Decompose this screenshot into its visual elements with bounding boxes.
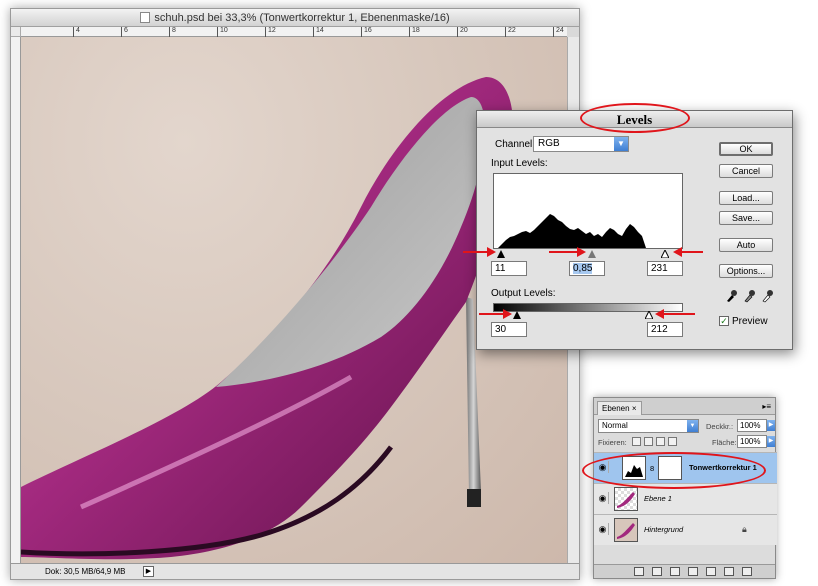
opacity-label: Deckkr.: [706,422,734,431]
link-layers-icon[interactable] [634,567,644,576]
ruler-mark: 6 [121,27,128,37]
ruler-mark: 16 [361,27,372,37]
lock-transparency-icon[interactable] [632,437,641,446]
status-menu-arrow-icon[interactable]: ▶ [143,566,154,577]
document-file-icon [140,12,151,23]
ruler-mark: 10 [217,27,228,37]
trash-icon[interactable] [742,567,752,576]
document-title: schuh.psd bei 33,3% (Tonwertkorrektur 1,… [154,12,450,24]
layer-row[interactable]: ◉ Hintergrund 🔒︎ [594,514,777,545]
lock-position-icon[interactable] [656,437,665,446]
ruler-mark: 20 [457,27,468,37]
save-button[interactable]: Save... [719,211,773,225]
document-title-bar[interactable]: schuh.psd bei 33,3% (Tonwertkorrektur 1,… [11,9,579,27]
tab-layers[interactable]: Ebenen × [597,401,642,415]
levels-dialog: Levels Channel: RGB ▼ Input Levels: 11 0… [463,103,793,350]
lock-pixels-icon[interactable] [644,437,653,446]
input-levels-label: Input Levels: [491,158,548,169]
layers-tab-bar: Ebenen × ▸≡ [594,398,775,415]
ruler-mark: 22 [505,27,516,37]
ruler-mark: 8 [169,27,176,37]
layer-thumbnail [614,518,638,542]
new-group-icon[interactable] [706,567,716,576]
annotation-arrow-white-output [655,309,695,319]
black-eyedropper-icon[interactable] [725,289,737,303]
options-button[interactable]: Options... [719,264,773,278]
preview-checkbox[interactable]: ✓ [719,316,729,326]
histogram [493,173,683,249]
input-gamma-field[interactable]: 0,85 [569,261,605,276]
title-annotation-oval [580,103,690,133]
output-white-slider[interactable] [645,311,653,319]
annotation-arrow-white-input [673,247,703,257]
output-black-slider[interactable] [513,311,521,319]
channel-select[interactable]: RGB ▼ [533,136,629,152]
layer-thumbnail [614,487,638,511]
fill-label: Fläche: [712,438,737,447]
input-black-field[interactable]: 11 [491,261,527,276]
output-white-field[interactable]: 212 [647,322,683,337]
ruler-mark: 18 [409,27,420,37]
layer-name: Ebene 1 [644,494,672,503]
input-white-slider[interactable] [661,250,669,258]
preview-label: Preview [732,316,768,327]
ruler-origin[interactable] [11,27,21,37]
fill-field[interactable]: 100% ▶ [737,435,775,448]
input-white-field[interactable]: 231 [647,261,683,276]
close-icon[interactable]: × [632,404,637,413]
panel-menu-icon[interactable]: ▸≡ [762,402,771,411]
channel-label: Channel: [495,139,536,150]
chevron-right-icon[interactable]: ▶ [767,420,775,431]
lock-icon: 🔒︎ [742,524,747,534]
ruler-mark: 12 [265,27,276,37]
visibility-eye-icon[interactable]: ◉ [597,523,609,535]
lock-label: Fixieren: [598,438,627,447]
chevron-down-icon: ▼ [687,420,698,432]
auto-button[interactable]: Auto [719,238,773,252]
layers-toolbar [594,564,775,578]
annotation-arrow-black-output [479,309,512,319]
cancel-button[interactable]: Cancel [719,164,773,178]
ruler-mark: 24 [553,27,564,37]
gray-eyedropper-icon[interactable] [743,289,755,303]
annotation-arrow-gamma-input [549,247,586,257]
layer-annotation-oval [582,452,766,489]
channel-value: RGB [538,138,560,149]
layer-name: Hintergrund [644,525,684,534]
load-button[interactable]: Load... [719,191,773,205]
visibility-eye-icon[interactable]: ◉ [597,492,609,504]
input-black-slider[interactable] [497,250,505,258]
chevron-right-icon[interactable]: ▶ [767,436,775,447]
ruler-mark: 14 [313,27,324,37]
add-mask-icon[interactable] [670,567,680,576]
chevron-down-icon: ▼ [614,137,628,151]
ok-button[interactable]: OK [719,142,773,156]
output-black-field[interactable]: 30 [491,322,527,337]
layer-style-icon[interactable] [652,567,662,576]
horizontal-ruler[interactable]: 4 6 8 10 12 14 16 18 20 22 24 [21,27,567,37]
document-size-info: Dok: 30,5 MB/64,9 MB [45,567,126,576]
blend-mode-select[interactable]: Normal ▼ [598,419,699,433]
lock-all-icon[interactable] [668,437,677,446]
input-gamma-slider[interactable] [588,250,596,258]
white-eyedropper-icon[interactable] [761,289,773,303]
ruler-mark: 4 [73,27,80,37]
output-levels-label: Output Levels: [491,288,556,299]
annotation-arrow-black-input [463,247,496,257]
status-bar: Dok: 30,5 MB/64,9 MB ▶ [11,563,579,579]
vertical-ruler[interactable] [11,37,21,563]
new-layer-icon[interactable] [724,567,734,576]
adjustment-layer-icon[interactable] [688,567,698,576]
opacity-field[interactable]: 100% ▶ [737,419,775,432]
